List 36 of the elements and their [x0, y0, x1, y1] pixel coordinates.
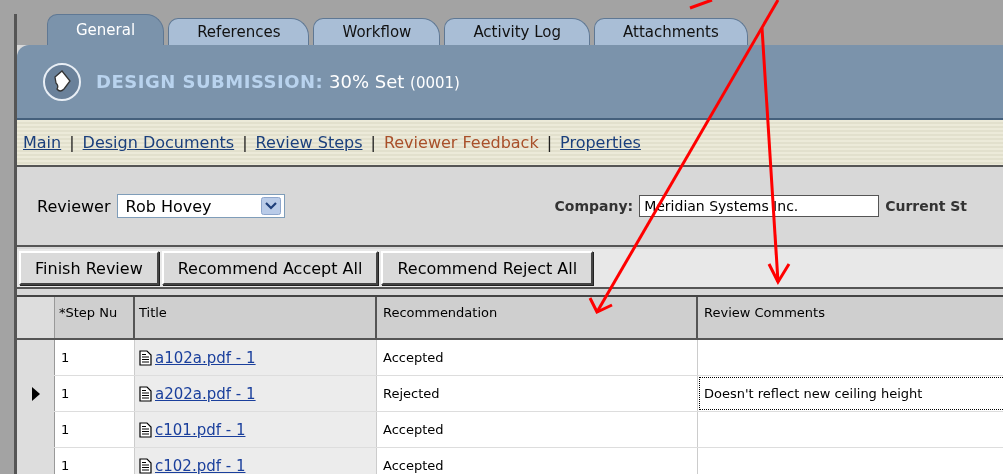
document-icon [139, 349, 152, 366]
separator: | [242, 133, 248, 152]
document-icon [139, 421, 152, 438]
separator: | [546, 133, 553, 152]
document-icon [139, 457, 152, 474]
column-header[interactable]: *Step Nu [55, 297, 135, 338]
nav-link[interactable]: Properties [560, 133, 641, 152]
reviewer-dropdown[interactable]: Rob Hovey [116, 194, 285, 218]
table-cell: Accepted [377, 340, 698, 375]
column-header[interactable]: Review Comments [698, 297, 1003, 338]
nav-link[interactable]: Design Documents [82, 133, 235, 152]
nav-link[interactable]: Review Steps [255, 133, 363, 152]
action-button[interactable]: Recommend Reject All [381, 251, 594, 285]
page-title: DESIGN SUBMISSION: 30% Set (0001) [96, 71, 460, 92]
column-header[interactable]: Title [135, 297, 377, 338]
tab[interactable]: Workflow [313, 18, 441, 45]
tab[interactable]: References [168, 18, 310, 45]
separator: | [370, 133, 376, 152]
status-label: Current St [885, 198, 967, 214]
document-icon [139, 385, 152, 402]
scroll-icon [42, 61, 82, 102]
table-cell: Accepted [377, 448, 698, 474]
comment-cell[interactable]: Doesn't reflect new ceiling height [698, 376, 1003, 411]
column-header[interactable]: Recommendation [377, 297, 698, 338]
nav-link[interactable]: Main [23, 133, 62, 152]
caret-icon [260, 197, 281, 215]
company-label: Company: [554, 198, 634, 214]
separator: | [69, 133, 75, 152]
table-cell: Accepted [377, 412, 698, 447]
tab[interactable]: Activity Log [444, 18, 591, 45]
table-cell: Rejected [377, 376, 698, 411]
tab[interactable]: Attachments [594, 18, 748, 45]
nav-link[interactable]: Reviewer Feedback [383, 133, 539, 152]
action-button[interactable]: Recommend Accept All [161, 251, 379, 285]
action-button[interactable]: Finish Review [19, 251, 159, 285]
reviewer-label: Reviewer [37, 196, 111, 216]
